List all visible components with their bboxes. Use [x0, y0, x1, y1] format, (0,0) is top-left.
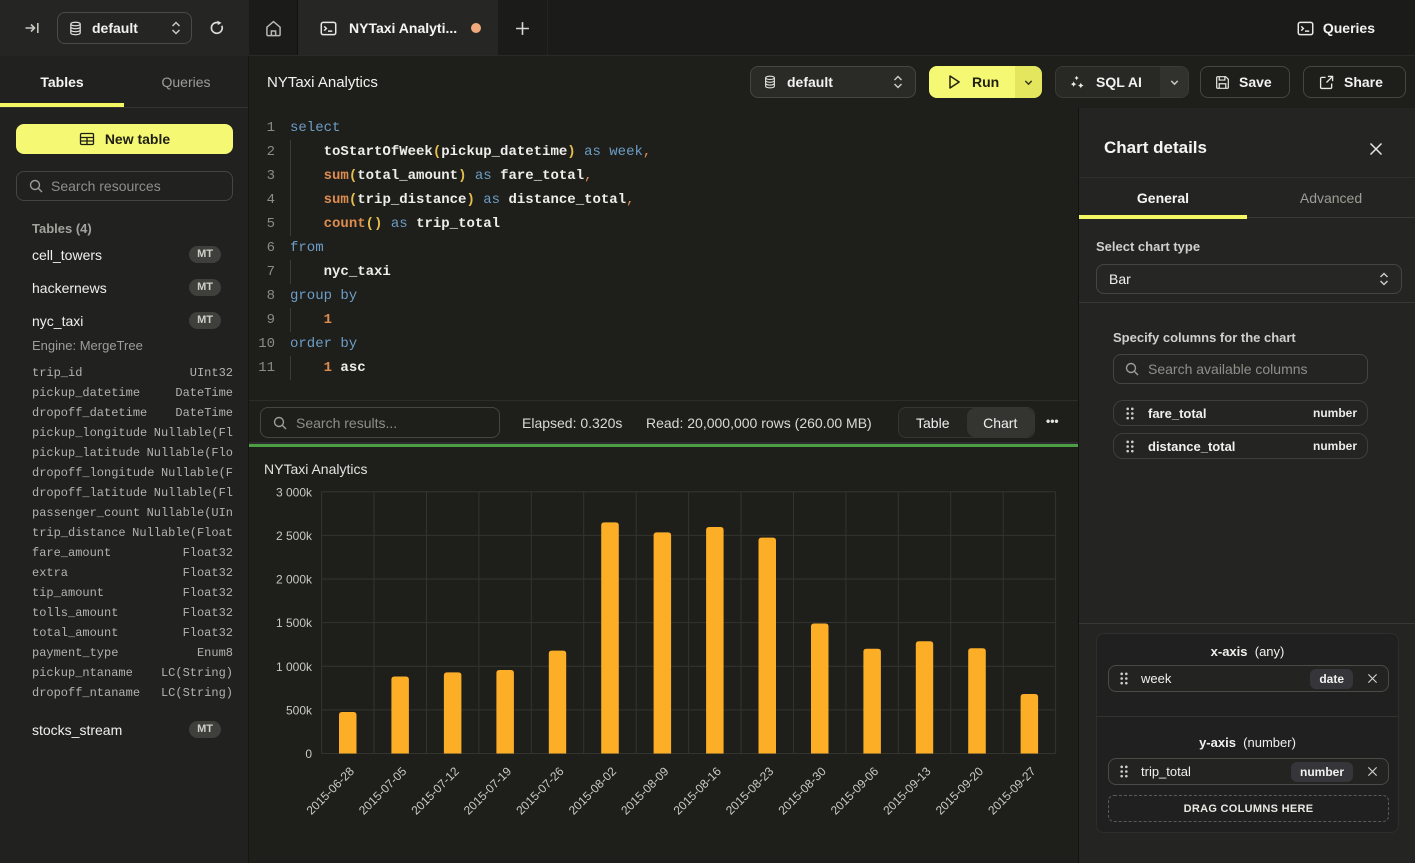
svg-text:2015-06-28: 2015-06-28 — [304, 764, 358, 818]
svg-text:2 500k: 2 500k — [276, 529, 313, 543]
svg-text:2015-09-20: 2015-09-20 — [933, 764, 987, 818]
svg-text:2015-08-30: 2015-08-30 — [776, 764, 830, 818]
svg-text:2015-07-26: 2015-07-26 — [513, 764, 567, 818]
svg-text:NYTaxi Analytics: NYTaxi Analytics — [264, 461, 367, 477]
svg-text:2015-07-05: 2015-07-05 — [356, 764, 410, 818]
svg-text:500k: 500k — [286, 703, 313, 717]
svg-text:1 000k: 1 000k — [276, 660, 313, 674]
svg-text:2015-07-12: 2015-07-12 — [409, 764, 463, 818]
svg-text:2015-08-02: 2015-08-02 — [566, 764, 620, 818]
svg-text:2015-08-09: 2015-08-09 — [618, 764, 672, 818]
svg-text:2015-09-13: 2015-09-13 — [880, 764, 934, 818]
svg-text:0: 0 — [305, 747, 312, 761]
svg-text:2015-08-16: 2015-08-16 — [671, 764, 725, 818]
svg-text:2 000k: 2 000k — [276, 573, 313, 587]
svg-text:2015-07-19: 2015-07-19 — [461, 764, 515, 818]
svg-text:3 000k: 3 000k — [276, 485, 313, 499]
svg-text:2015-08-23: 2015-08-23 — [723, 764, 777, 818]
svg-text:2015-09-06: 2015-09-06 — [828, 764, 882, 818]
svg-text:1 500k: 1 500k — [276, 616, 313, 630]
svg-text:2015-09-27: 2015-09-27 — [985, 764, 1039, 818]
